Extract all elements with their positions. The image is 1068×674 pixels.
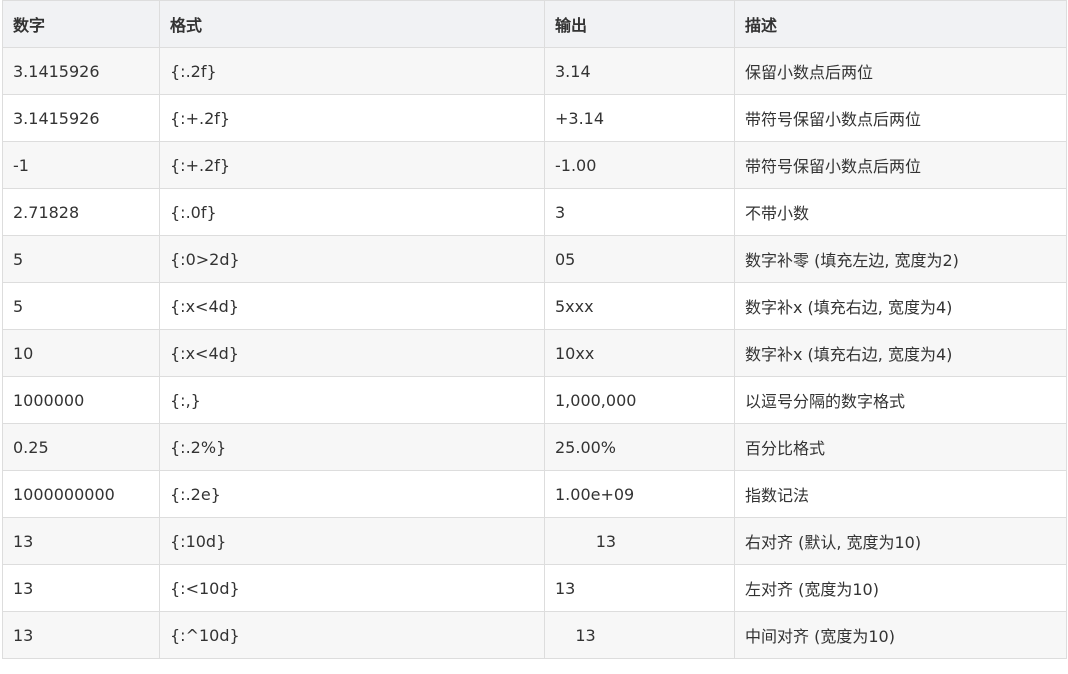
- cell-output: 10xx: [544, 329, 735, 377]
- header-description: 描述: [734, 0, 1067, 48]
- table-row: -1 {:+.2f} -1.00 带符号保留小数点后两位: [2, 141, 1067, 189]
- cell-description: 带符号保留小数点后两位: [734, 94, 1067, 142]
- cell-format: {:x<4d}: [159, 282, 545, 330]
- cell-format: {:,}: [159, 376, 545, 424]
- cell-description: 数字补x (填充右边, 宽度为4): [734, 329, 1067, 377]
- header-format: 格式: [159, 0, 545, 48]
- table-row: 0.25 {:.2%} 25.00% 百分比格式: [2, 423, 1067, 471]
- cell-description: 中间对齐 (宽度为10): [734, 611, 1067, 659]
- cell-number: 2.71828: [2, 188, 160, 236]
- cell-description: 指数记法: [734, 470, 1067, 518]
- cell-output: 13: [544, 564, 735, 612]
- cell-description: 数字补x (填充右边, 宽度为4): [734, 282, 1067, 330]
- cell-number: 5: [2, 282, 160, 330]
- cell-format: {:.2f}: [159, 47, 545, 95]
- cell-output: +3.14: [544, 94, 735, 142]
- cell-output: -1.00: [544, 141, 735, 189]
- table-row: 5 {:x<4d} 5xxx 数字补x (填充右边, 宽度为4): [2, 282, 1067, 330]
- cell-output: 13: [544, 611, 735, 659]
- cell-format: {:10d}: [159, 517, 545, 565]
- cell-number: 1000000: [2, 376, 160, 424]
- table-row: 13 {:<10d} 13 左对齐 (宽度为10): [2, 564, 1067, 612]
- cell-description: 百分比格式: [734, 423, 1067, 471]
- cell-output: 13: [544, 517, 735, 565]
- cell-format: {:<10d}: [159, 564, 545, 612]
- cell-format: {:x<4d}: [159, 329, 545, 377]
- cell-number: 1000000000: [2, 470, 160, 518]
- table-body: 3.1415926 {:.2f} 3.14 保留小数点后两位 3.1415926…: [2, 47, 1067, 659]
- cell-output: 25.00%: [544, 423, 735, 471]
- table-row: 1000000000 {:.2e} 1.00e+09 指数记法: [2, 470, 1067, 518]
- header-output: 输出: [544, 0, 735, 48]
- cell-output: 3: [544, 188, 735, 236]
- header-row: 数字 格式 输出 描述: [2, 0, 1067, 48]
- cell-output: 05: [544, 235, 735, 283]
- cell-format: {:.2%}: [159, 423, 545, 471]
- cell-description: 带符号保留小数点后两位: [734, 141, 1067, 189]
- cell-number: 3.1415926: [2, 94, 160, 142]
- cell-description: 以逗号分隔的数字格式: [734, 376, 1067, 424]
- table-row: 2.71828 {:.0f} 3 不带小数: [2, 188, 1067, 236]
- table-header: 数字 格式 输出 描述: [2, 0, 1067, 48]
- cell-format: {:.0f}: [159, 188, 545, 236]
- cell-description: 右对齐 (默认, 宽度为10): [734, 517, 1067, 565]
- cell-number: 0.25: [2, 423, 160, 471]
- cell-output: 1,000,000: [544, 376, 735, 424]
- header-number: 数字: [2, 0, 160, 48]
- cell-description: 不带小数: [734, 188, 1067, 236]
- cell-number: -1: [2, 141, 160, 189]
- cell-number: 5: [2, 235, 160, 283]
- cell-number: 13: [2, 611, 160, 659]
- cell-number: 10: [2, 329, 160, 377]
- cell-description: 左对齐 (宽度为10): [734, 564, 1067, 612]
- cell-format: {:+.2f}: [159, 141, 545, 189]
- cell-format: {:.2e}: [159, 470, 545, 518]
- cell-format: {:^10d}: [159, 611, 545, 659]
- table-row: 10 {:x<4d} 10xx 数字补x (填充右边, 宽度为4): [2, 329, 1067, 377]
- table-row: 3.1415926 {:.2f} 3.14 保留小数点后两位: [2, 47, 1067, 95]
- format-table: 数字 格式 输出 描述 3.1415926 {:.2f} 3.14 保留小数点后…: [2, 0, 1067, 659]
- table-row: 3.1415926 {:+.2f} +3.14 带符号保留小数点后两位: [2, 94, 1067, 142]
- table-row: 1000000 {:,} 1,000,000 以逗号分隔的数字格式: [2, 376, 1067, 424]
- cell-output: 1.00e+09: [544, 470, 735, 518]
- cell-description: 保留小数点后两位: [734, 47, 1067, 95]
- table-row: 13 {:^10d} 13 中间对齐 (宽度为10): [2, 611, 1067, 659]
- cell-description: 数字补零 (填充左边, 宽度为2): [734, 235, 1067, 283]
- cell-format: {:0>2d}: [159, 235, 545, 283]
- cell-number: 3.1415926: [2, 47, 160, 95]
- cell-number: 13: [2, 517, 160, 565]
- cell-number: 13: [2, 564, 160, 612]
- cell-output: 5xxx: [544, 282, 735, 330]
- table-row: 13 {:10d} 13 右对齐 (默认, 宽度为10): [2, 517, 1067, 565]
- cell-format: {:+.2f}: [159, 94, 545, 142]
- cell-output: 3.14: [544, 47, 735, 95]
- table-row: 5 {:0>2d} 05 数字补零 (填充左边, 宽度为2): [2, 235, 1067, 283]
